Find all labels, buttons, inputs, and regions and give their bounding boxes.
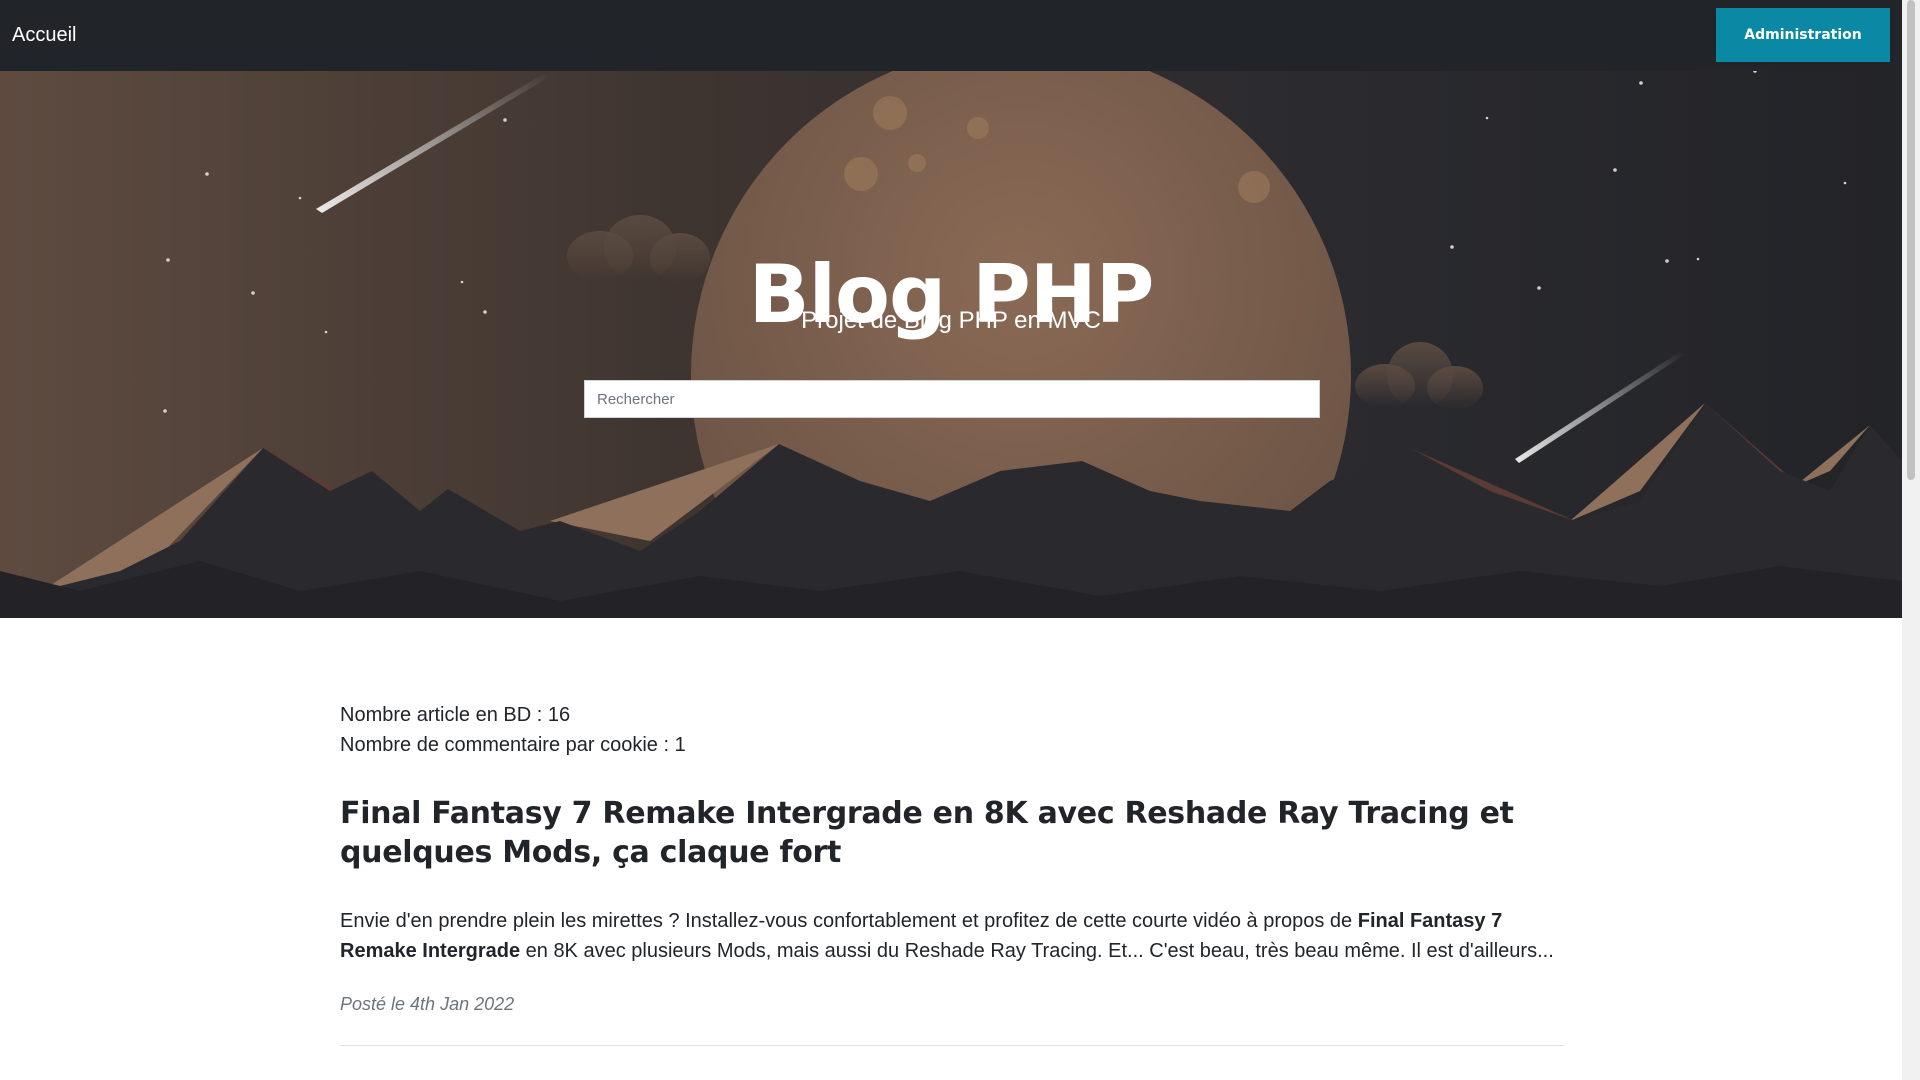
hero-background-illustration [0, 71, 1902, 618]
page-scrollbar[interactable] [1902, 0, 1920, 1080]
post-excerpt-text: Envie d'en prendre plein les mirettes ? … [340, 910, 1358, 932]
search-input[interactable] [584, 380, 1320, 418]
post-date: Posté le 4th Jan 2022 [340, 994, 515, 1014]
main-content: Nombre article en BD : 16 Nombre de comm… [340, 700, 1564, 1046]
comment-cookie-text: Nombre de commentaire par cookie : 1 [340, 734, 686, 756]
scrollbar-thumb[interactable] [1907, 0, 1915, 480]
post-excerpt-text: en 8K avec plusieurs Mods, mais aussi du… [520, 940, 1554, 962]
home-link[interactable]: Accueil [12, 24, 76, 47]
hero-banner: Blog PHP Projet de Blog PHP en MVC [0, 71, 1902, 618]
top-navbar: Accueil Administration [0, 0, 1902, 71]
post-divider [340, 1045, 1564, 1046]
site-subtitle: Projet de Blog PHP en MVC [801, 307, 1101, 334]
post-title-link[interactable]: Final Fantasy 7 Remake Intergrade en 8K … [340, 794, 1564, 872]
article-count-text: Nombre article en BD : 16 [340, 704, 571, 726]
administration-button[interactable]: Administration [1716, 8, 1890, 62]
post-excerpt: Envie d'en prendre plein les mirettes ? … [340, 906, 1564, 966]
post-preview: Final Fantasy 7 Remake Intergrade en 8K … [340, 794, 1564, 1015]
